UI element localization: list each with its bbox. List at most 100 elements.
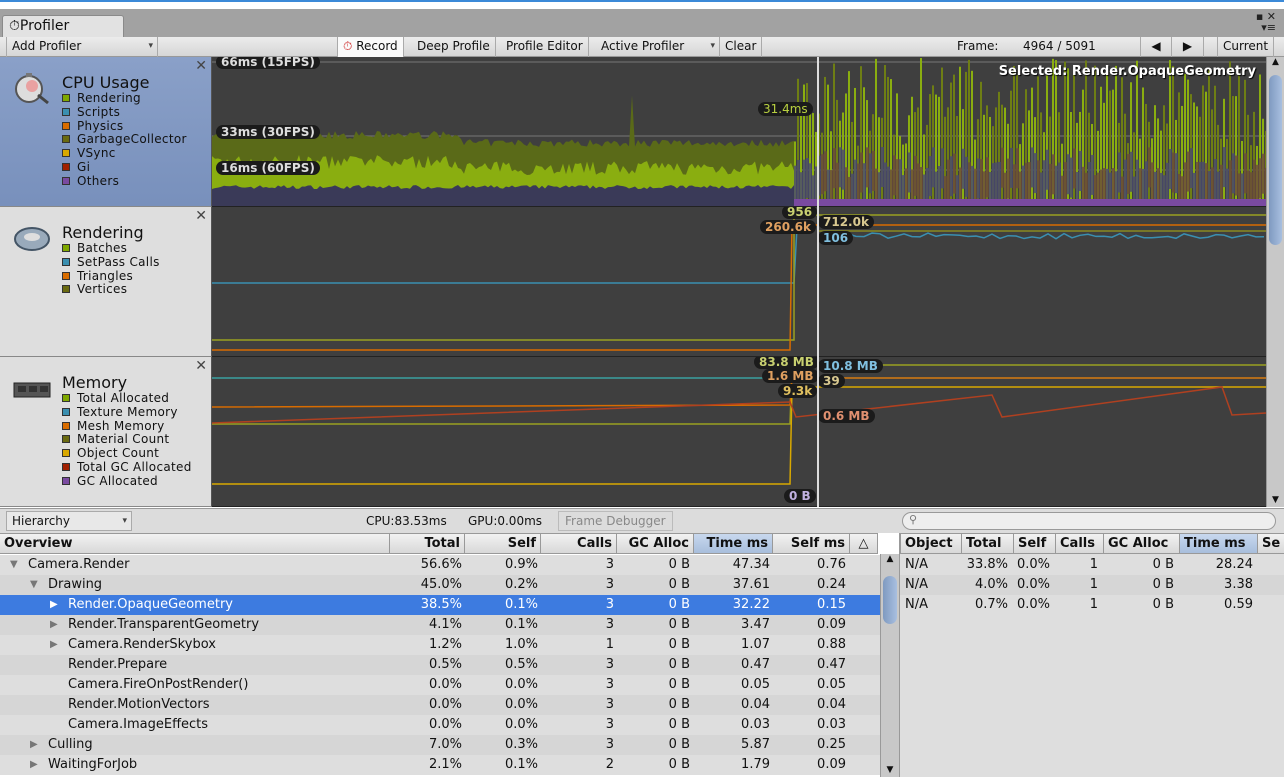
profile-editor-button[interactable]: Profile Editor (501, 37, 589, 57)
legend-item[interactable]: Vertices (62, 282, 160, 297)
warning-column-icon[interactable]: △ (850, 533, 878, 554)
frame-selection-line[interactable] (817, 57, 819, 507)
add-profiler-dropdown[interactable]: Add Profiler (6, 37, 158, 57)
column-header-gc-alloc[interactable]: GC Alloc (617, 533, 694, 554)
others-bar (1079, 150, 1082, 191)
legend-item[interactable]: Batches (62, 241, 160, 256)
others-bar (1148, 147, 1151, 188)
close-module-icon[interactable]: ✕ (195, 208, 207, 224)
modules-scrollbar[interactable]: ▲ ▼ (1266, 57, 1284, 507)
deep-profile-button[interactable]: Deep Profile (412, 37, 496, 57)
frame-debugger-button[interactable]: Frame Debugger (558, 511, 673, 531)
legend-item[interactable]: Texture Memory (62, 405, 192, 420)
object-row[interactable]: N/A 4.0% 0.0% 1 0 B 3.38 (900, 575, 1284, 595)
cpu-usage-module[interactable]: CPU Usage Rendering Scripts Physics Garbage… (0, 57, 212, 207)
menu-icon[interactable]: ▾≡ (1261, 21, 1276, 34)
legend-item[interactable]: Triangles (62, 269, 160, 284)
legend-item[interactable]: Gi (62, 160, 187, 175)
memory-chart[interactable]: 83.8 MB 10.8 MB 1.6 MB 39 9.3k 0.6 MB 0 … (212, 357, 1266, 507)
search-input[interactable]: ⚲ (902, 512, 1276, 530)
cpu-usage-chart[interactable]: 66ms (15FPS) 33ms (30FPS) 16ms (60FPS) 3… (212, 57, 1266, 207)
table-row[interactable]: ▶ Culling 7.0% 0.3% 3 0 B 5.87 0.25 (0, 735, 880, 755)
table-row[interactable]: ▶ WaitingForJob 2.1% 0.1% 2 0 B 1.79 0.09 (0, 755, 880, 775)
table-row[interactable]: Camera.FireOnPostRender() 0.0% 0.0% 3 0 B 0.0… (0, 675, 880, 695)
rendering-module[interactable]: Rendering Batches SetPass Calls Triangles V… (0, 207, 212, 357)
collapsed-arrow-icon[interactable]: ▶ (50, 595, 58, 615)
memory-module[interactable]: Memory Total Allocated Texture Memory Mesh… (0, 357, 212, 507)
table-row[interactable]: ▶ Render.OpaqueGeometry 38.5% 0.1% 3 0 B 32.22… (0, 595, 880, 615)
object-column-header-calls[interactable]: Calls (1056, 533, 1104, 554)
table-row[interactable]: Camera.ImageEffects 0.0% 0.0% 3 0 B 0.03 0.03 (0, 715, 880, 735)
column-header-self[interactable]: Self (465, 533, 541, 554)
others-bar (1187, 151, 1190, 192)
view-dropdown[interactable]: Hierarchy (6, 511, 132, 531)
legend-item[interactable]: Rendering (62, 91, 187, 106)
next-frame-button[interactable]: ▶ (1172, 37, 1204, 57)
column-header-self-ms[interactable]: Self ms (773, 533, 850, 554)
scroll-thumb[interactable] (883, 576, 897, 624)
table-row[interactable]: Render.MotionVectors 0.0% 0.0% 3 0 B 0.04 0.04 (0, 695, 880, 715)
collapsed-arrow-icon[interactable]: ▶ (50, 635, 58, 655)
object-column-header-se[interactable]: Se (1258, 533, 1284, 554)
table-row[interactable]: ▶ Render.TransparentGeometry 4.1% 0.1% 3 0 B 3… (0, 615, 880, 635)
scroll-up-icon[interactable]: ▲ (881, 554, 899, 564)
table-row[interactable]: ▼ Drawing 45.0% 0.2% 3 0 B 37.61 0.24 (0, 575, 880, 595)
label-batches: 956 (782, 207, 818, 219)
object-row[interactable]: N/A 0.7% 0.0% 1 0 B 0.59 (900, 595, 1284, 615)
prev-frame-button[interactable]: ◀ (1140, 37, 1172, 57)
collapsed-arrow-icon[interactable]: ▶ (30, 755, 38, 775)
column-header-calls[interactable]: Calls (541, 533, 617, 554)
object-column-header-self[interactable]: Self (1014, 533, 1056, 554)
legend-item[interactable]: Object Count (62, 446, 192, 461)
others-bar (998, 161, 1001, 202)
hierarchy-scrollbar[interactable]: ▲ ▼ (880, 554, 899, 777)
legend-item[interactable]: GC Allocated (62, 474, 192, 489)
cell-calls: 3 (605, 657, 614, 672)
table-row[interactable]: ▼ Camera.Render 56.6% 0.9% 3 0 B 47.34 0.76 (0, 555, 880, 575)
column-header-time-ms[interactable]: Time ms (694, 533, 773, 554)
close-module-icon[interactable]: ✕ (195, 58, 207, 74)
table-row[interactable]: ▶ Camera.RenderSkybox 1.2% 1.0% 1 0 B 1.07 0.88 (0, 635, 880, 655)
object-row[interactable]: N/A 33.8% 0.0% 1 0 B 28.24 (900, 555, 1284, 575)
search-icon: ⚲ (909, 513, 918, 526)
legend-item[interactable]: Others (62, 174, 187, 189)
legend-item[interactable]: VSync (62, 146, 187, 161)
legend-item[interactable]: SetPass Calls (62, 255, 160, 270)
cell-self: 1.0% (504, 637, 538, 652)
scroll-thumb[interactable] (1269, 75, 1282, 245)
active-profiler-dropdown[interactable]: Active Profiler (596, 37, 720, 57)
clear-button[interactable]: Clear (720, 37, 763, 57)
table-row[interactable]: Render.Prepare 0.5% 0.5% 3 0 B 0.47 0.47 (0, 655, 880, 675)
object-column-header-total[interactable]: Total (962, 533, 1014, 554)
profiler-tab[interactable]: ⏱Profiler (2, 15, 124, 38)
column-header-total[interactable]: Total (390, 533, 465, 554)
legend-item[interactable]: Scripts (62, 104, 187, 120)
collapsed-arrow-icon[interactable]: ▶ (30, 735, 38, 755)
others-bar (917, 163, 920, 204)
legend-item[interactable]: Material Count (62, 432, 192, 447)
legend-item[interactable]: Total GC Allocated (62, 460, 192, 475)
legend-item[interactable]: Total Allocated (62, 391, 192, 406)
legend-item[interactable]: GarbageCollector (62, 132, 187, 147)
cell-gc: 0 B (668, 577, 690, 592)
expanded-arrow-icon[interactable]: ▼ (30, 575, 38, 595)
close-module-icon[interactable]: ✕ (195, 358, 207, 374)
scroll-up-icon[interactable]: ▲ (1267, 57, 1284, 67)
cell-self: 0.0% (504, 677, 538, 692)
object-column-header-object[interactable]: Object (900, 533, 962, 554)
object-column-header-time-ms[interactable]: Time ms (1180, 533, 1258, 554)
column-header-overview[interactable]: Overview (0, 533, 390, 554)
collapsed-arrow-icon[interactable]: ▶ (50, 615, 58, 635)
memory-chip-icon (13, 382, 51, 398)
scroll-down-icon[interactable]: ▼ (1267, 495, 1284, 505)
legend-item[interactable]: Mesh Memory (62, 419, 192, 434)
current-frame-button[interactable]: Current (1217, 37, 1275, 57)
expanded-arrow-icon[interactable]: ▼ (10, 555, 18, 575)
record-button[interactable]: ⏱ Record (337, 37, 404, 57)
rendering-chart[interactable]: 956 260.6k 712.0k 106 (212, 207, 1266, 357)
legend-item[interactable]: Physics (62, 119, 187, 134)
object-column-header-gc-alloc[interactable]: GC Alloc (1104, 533, 1180, 554)
scroll-down-icon[interactable]: ▼ (881, 765, 899, 775)
others-bar (1235, 155, 1238, 196)
legend-label: Scripts (77, 104, 121, 119)
